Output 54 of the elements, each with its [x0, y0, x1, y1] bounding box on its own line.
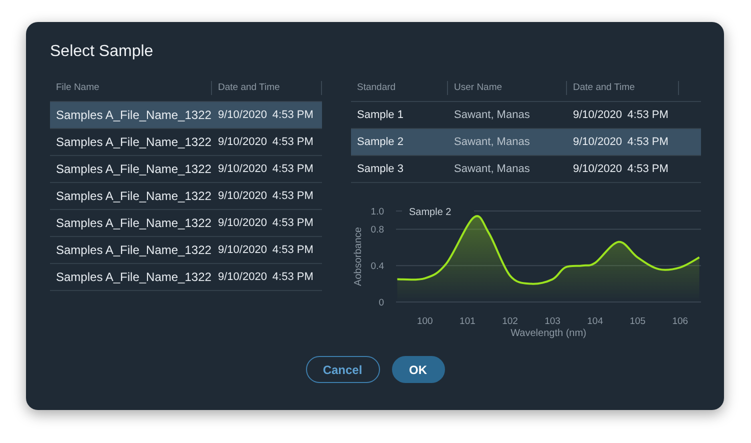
- column-header[interactable]: File Name: [50, 82, 100, 93]
- x-tick-label: 106: [672, 316, 688, 327]
- x-tick-label: 102: [502, 316, 518, 327]
- x-tick-label: 101: [460, 316, 476, 327]
- ok-button[interactable]: OK: [392, 356, 444, 383]
- table-row[interactable]: Sample 2 Sawant, Manas 9/10/2020 4:53 PM: [351, 129, 701, 156]
- x-tick-label: 105: [630, 316, 646, 327]
- date-time-cell-text: 9/10/2020 4:53 PM: [217, 244, 314, 256]
- file-name-cell-text: Samples A_File_Name_1322: [55, 162, 212, 176]
- cancel-button[interactable]: Cancel: [306, 356, 380, 383]
- y-tick-label: 1.0: [370, 206, 384, 218]
- table-row[interactable]: Samples A_File_Name_1322 9/10/2020 4:53 PM: [50, 237, 322, 264]
- file-name-cell-text: Samples A_File_Name_1322: [55, 270, 212, 284]
- table-row[interactable]: Samples A_File_Name_1322 9/10/2020 4:53 PM: [50, 129, 322, 156]
- user-name-cell-text: Sawant, Manas: [453, 109, 531, 121]
- date-time-cell-text: 9/10/2020 4:53 PM: [217, 190, 314, 202]
- table-row[interactable]: Samples A_File_Name_1322 9/10/2020 4:53 PM: [50, 183, 322, 210]
- table-row[interactable]: Samples A_File_Name_1322 9/10/2020 4:53 PM: [50, 156, 322, 183]
- file-name-cell-text: Samples A_File_Name_1322: [55, 108, 212, 122]
- date-time-cell-text: 9/10/2020 4:53 PM: [217, 271, 314, 283]
- date-time-cell-text: 9/10/2020 4:53 PM: [572, 163, 670, 175]
- table-row[interactable]: Samples A_File_Name_1322 9/10/2020 4:53 PM: [50, 210, 322, 237]
- y-tick-label: 0.8: [370, 224, 384, 236]
- table-row[interactable]: Sample 3 Sawant, Manas 9/10/2020 4:53 PM: [351, 156, 701, 183]
- date-time-cell-text: 9/10/2020 4:53 PM: [217, 136, 314, 148]
- column-header[interactable]: User Name: [448, 82, 502, 93]
- y-axis-label: Aobsorbance: [353, 227, 364, 286]
- file-name-cell-text: Samples A_File_Name_1322: [55, 135, 212, 149]
- user-name-cell-text: Sawant, Manas: [453, 163, 531, 175]
- user-name-cell-text: Sawant, Manas: [453, 136, 531, 148]
- date-time-cell-text: 9/10/2020 4:53 PM: [572, 109, 670, 121]
- column-header[interactable]: Date and Time: [212, 82, 280, 93]
- dialog-title: Select Sample: [50, 43, 154, 61]
- standard-cell-text: Sample 2: [356, 136, 404, 148]
- y-tick-label: 0: [378, 298, 384, 308]
- table-row[interactable]: Samples A_File_Name_1322 9/10/2020 4:53 PM: [50, 102, 322, 129]
- x-axis-label: Wavelength (nm): [510, 328, 586, 339]
- date-time-cell-text: 9/10/2020 4:53 PM: [217, 109, 314, 121]
- date-time-cell-text: 9/10/2020 4:53 PM: [217, 163, 314, 175]
- date-time-cell-text: 9/10/2020 4:53 PM: [572, 136, 670, 148]
- table-row[interactable]: Samples A_File_Name_1322 9/10/2020 4:53 PM: [50, 264, 322, 291]
- standard-cell-text: Sample 1: [356, 109, 404, 121]
- column-header[interactable]: Date and Time: [567, 82, 635, 93]
- file-name-cell-text: Samples A_File_Name_1322: [55, 189, 212, 203]
- file-name-cell-text: Samples A_File_Name_1322: [55, 243, 212, 257]
- file-name-cell-text: Samples A_File_Name_1322: [55, 216, 212, 230]
- x-tick-label: 103: [544, 316, 560, 327]
- x-tick-label: 100: [417, 316, 433, 327]
- legend-label: Sample 2: [409, 207, 452, 218]
- y-tick-label: 0.4: [370, 261, 384, 272]
- standard-cell-text: Sample 3: [356, 163, 404, 175]
- date-time-cell-text: 9/10/2020 4:53 PM: [217, 217, 314, 229]
- x-tick-label: 104: [587, 316, 603, 327]
- column-header[interactable]: Standard: [351, 82, 396, 93]
